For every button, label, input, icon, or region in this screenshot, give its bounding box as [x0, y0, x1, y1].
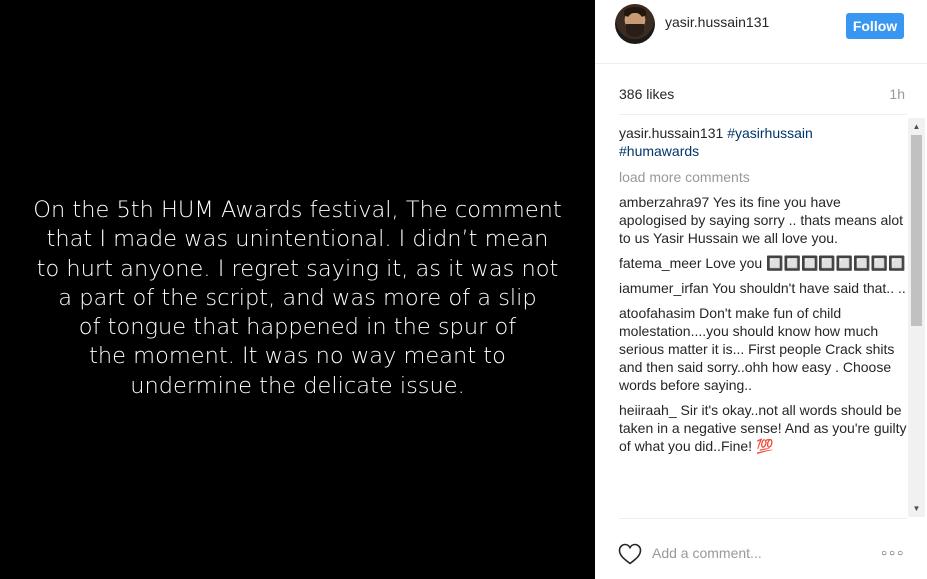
caption-hashtag[interactable]: #yasirhussain: [727, 125, 813, 141]
post-time[interactable]: 1h: [889, 86, 905, 102]
divider: [619, 114, 907, 115]
more-options-icon[interactable]: ○○○: [881, 548, 905, 559]
post-image-line: the moment. It was no way meant to: [89, 343, 506, 370]
comment-item: iamumer_irfan You shouldn't have said th…: [619, 279, 907, 297]
comment-item: fatema_meer Love you 🔲🔲🔲🔲🔲🔲🔲🔲: [619, 254, 907, 272]
post-sidebar: yasir.hussain131 Follow 386 likes 1h yas…: [595, 0, 927, 579]
follow-button[interactable]: Follow: [846, 13, 904, 39]
comment-username[interactable]: iamumer_irfan: [619, 280, 708, 296]
add-comment-input[interactable]: Add a comment...: [652, 545, 852, 561]
post-image-line: that I made was unintentional. I didn’t …: [46, 226, 549, 253]
load-more-comments-link[interactable]: load more comments: [619, 168, 907, 186]
avatar-beard: [626, 24, 644, 37]
caption-username[interactable]: yasir.hussain131: [619, 125, 723, 141]
comment-item: heiiraah_ Sir it's okay..not all words s…: [619, 401, 907, 455]
comment-username[interactable]: fatema_meer: [619, 255, 701, 271]
scrollbar-thumb[interactable]: [911, 135, 922, 326]
instagram-post-view: On the 5th HUM Awards festival, The comm…: [0, 0, 927, 579]
post-image-line: a part of the script, and was more of a …: [58, 284, 537, 311]
comment-username[interactable]: amberzahra97: [619, 194, 709, 210]
header-username[interactable]: yasir.hussain131: [665, 14, 769, 30]
heart-icon[interactable]: [618, 543, 642, 565]
comments-scrollbar[interactable]: ▲ ▼: [908, 118, 925, 517]
likes-count[interactable]: 386 likes: [619, 86, 674, 102]
post-header: yasir.hussain131 Follow: [595, 0, 927, 64]
comment-username[interactable]: heiiraah_: [619, 402, 677, 418]
comment-item: atoofahasim Don't make fun of child mole…: [619, 304, 907, 394]
scroll-up-arrow-icon[interactable]: ▲: [908, 118, 925, 135]
comment-text: You shouldn't have said that.. ..: [712, 280, 906, 296]
comment-username[interactable]: atoofahasim: [619, 305, 695, 321]
post-image-text: On the 5th HUM Awards festival, The comm…: [10, 196, 585, 401]
post-image[interactable]: On the 5th HUM Awards festival, The comm…: [0, 0, 595, 579]
comments-list[interactable]: yasir.hussain131 #yasirhussain #humaward…: [619, 122, 907, 517]
post-image-line: of tongue that happened in the spur of: [78, 314, 517, 341]
post-image-line: On the 5th HUM Awards festival, The comm…: [33, 196, 562, 223]
post-image-line: to hurt anyone. I regret saying it, as i…: [36, 255, 559, 282]
scroll-down-arrow-icon[interactable]: ▼: [908, 500, 925, 517]
post-image-line: undermine the delicate issue.: [130, 372, 465, 399]
divider: [619, 518, 907, 519]
comment-text: Love you 🔲🔲🔲🔲🔲🔲🔲🔲: [705, 255, 906, 271]
caption-hashtag[interactable]: #humawards: [619, 143, 699, 159]
user-avatar-icon[interactable]: [615, 4, 655, 44]
comment-item: amberzahra97 Yes its fine you have apolo…: [619, 193, 907, 247]
post-caption: yasir.hussain131 #yasirhussain #humaward…: [619, 124, 907, 160]
